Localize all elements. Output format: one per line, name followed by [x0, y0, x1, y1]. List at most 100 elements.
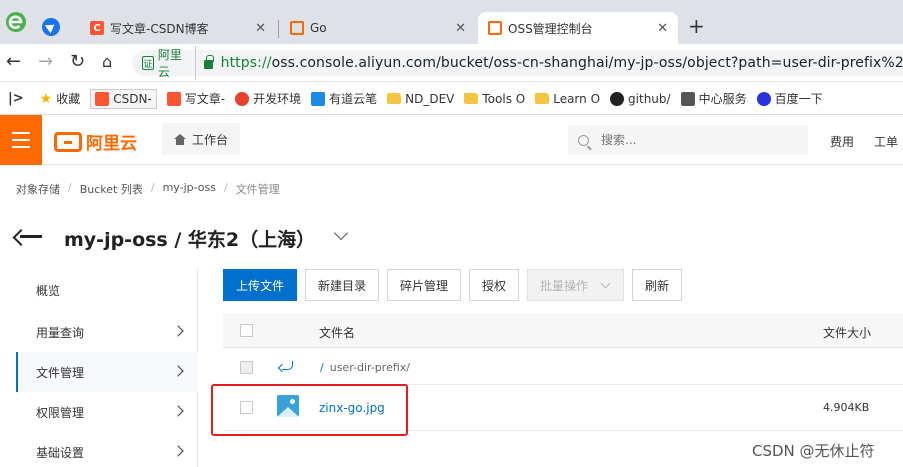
site-name: 阿里云: [157, 48, 182, 79]
tab-csdn-write[interactable]: C 写文章-CSDN博客 ✕: [80, 12, 276, 44]
column-file-size[interactable]: 文件大小: [823, 324, 871, 341]
bookmark-dev-env[interactable]: 开发环境: [235, 90, 301, 107]
workbench-label: 工作台: [192, 132, 229, 147]
lock-icon[interactable]: [204, 55, 215, 69]
path-root-slash[interactable]: /: [320, 361, 324, 374]
sidebar-item-overview[interactable]: 概览: [16, 270, 198, 310]
ticket-link[interactable]: 工单: [874, 133, 898, 150]
breadcrumb-separator: /: [68, 181, 72, 194]
url-rest: oss.console.aliyun.com/bucket/oss-cn-sha…: [271, 55, 903, 71]
url-scheme: https://: [220, 55, 272, 71]
bookmark-label: CSDN-: [113, 91, 152, 106]
home-icon[interactable]: ⌂: [102, 53, 112, 71]
sidebar-item-permissions[interactable]: 权限管理: [16, 392, 198, 432]
hamburger-menu-icon[interactable]: [0, 115, 42, 165]
authorize-button[interactable]: 授权: [469, 269, 520, 301]
current-path[interactable]: / user-dir-prefix/: [320, 361, 410, 374]
file-table-header: 文件名 文件大小: [223, 314, 903, 348]
chevron-down-icon[interactable]: [333, 225, 349, 241]
address-bar[interactable]: 证 阿里云 https://oss.console.aliyun.com/buc…: [132, 46, 903, 80]
chevron-right-icon: [172, 405, 184, 417]
select-all-checkbox[interactable]: [240, 324, 253, 337]
chevron-down-icon: [600, 278, 611, 288]
bookmark-favorites[interactable]: ★ 收藏: [40, 90, 81, 107]
bookmark-nd-dev[interactable]: ND_DEV: [387, 92, 454, 106]
folder-icon: [464, 93, 479, 104]
bookmark-label: 有道云笔: [329, 92, 378, 106]
new-tab-button[interactable]: +: [688, 16, 705, 36]
tab-go[interactable]: Go ✕: [280, 12, 476, 44]
back-arrow-icon[interactable]: [18, 224, 44, 248]
batch-operations-button[interactable]: 批量操作: [527, 269, 624, 301]
aliyun-icon: [290, 21, 304, 35]
breadcrumb-current: 文件管理: [235, 183, 280, 196]
file-size: 4.904KB: [823, 401, 870, 414]
bookmark-csdn[interactable]: CSDN-: [90, 88, 157, 109]
console-header: 阿里云 工作台 费用 工单: [0, 115, 903, 165]
browser-logo-icon[interactable]: [4, 10, 28, 34]
chevron-right-icon: [172, 325, 184, 337]
bookmark-github[interactable]: github/: [610, 91, 671, 106]
refresh-button[interactable]: 刷新: [632, 269, 683, 301]
new-directory-button[interactable]: 新建目录: [305, 269, 380, 301]
workbench-button[interactable]: 工作台: [162, 123, 241, 155]
aliyun-logo-icon: [54, 131, 82, 152]
bookmark-baidu[interactable]: 百度一下: [756, 90, 823, 107]
sidebar-item-label: 用量查询: [36, 325, 85, 340]
reload-icon[interactable]: ↻: [70, 53, 85, 71]
aliyun-icon: [488, 21, 502, 35]
fragment-management-button[interactable]: 碎片管理: [387, 269, 462, 301]
sidebar-item-label: 基础设置: [36, 445, 85, 460]
folder-icon: [387, 93, 402, 104]
url-text[interactable]: https://oss.console.aliyun.com/bucket/os…: [221, 55, 903, 71]
breadcrumb-bucket-list[interactable]: Bucket 列表: [80, 181, 143, 197]
console-search[interactable]: [568, 125, 808, 155]
sidebar-toggle-icon[interactable]: |>: [8, 91, 24, 106]
csdn-icon: [95, 91, 110, 106]
highlight-annotation-box: [211, 384, 408, 436]
breadcrumb-bucket[interactable]: my-jp-oss: [163, 181, 216, 197]
bookmark-center-service[interactable]: 中心服务: [680, 90, 747, 107]
bookmark-label: ND_DEV: [405, 91, 455, 106]
close-icon[interactable]: ✕: [657, 21, 668, 36]
bookmark-tools[interactable]: Tools O: [464, 92, 525, 106]
tab-label: 写文章-CSDN博客: [110, 21, 209, 36]
search-input[interactable]: [601, 133, 781, 147]
sidebar-item-label: 权限管理: [36, 405, 85, 420]
sidebar-item-files[interactable]: 文件管理: [16, 352, 198, 392]
bookmark-learn[interactable]: Learn O: [535, 92, 600, 106]
bookmark-label: 开发环境: [253, 92, 302, 106]
bookmark-label: 中心服务: [698, 92, 747, 106]
back-icon[interactable]: ←: [6, 53, 21, 71]
baidu-icon: [756, 91, 771, 106]
close-icon[interactable]: ✕: [255, 21, 266, 36]
upload-file-button[interactable]: 上传文件: [223, 269, 298, 301]
breadcrumb: 对象存储 / Bucket 列表 / my-jp-oss / 文件管理: [16, 181, 280, 197]
watermark: CSDN @无休止符: [752, 442, 875, 460]
close-icon[interactable]: ✕: [455, 21, 466, 36]
star-icon: ★: [39, 90, 53, 107]
bookmark-label: 写文章-: [184, 92, 226, 106]
bookmark-youdao[interactable]: 有道云笔: [311, 90, 377, 107]
github-icon: [610, 91, 625, 106]
forward-icon[interactable]: →: [38, 53, 53, 71]
page-title: my-jp-oss / 华东2（上海）: [64, 229, 316, 251]
bookmark-csdn-write[interactable]: 写文章-: [166, 90, 226, 107]
column-file-name[interactable]: 文件名: [319, 324, 355, 341]
path-label: user-dir-prefix/: [329, 361, 410, 374]
breadcrumb-oss[interactable]: 对象存储: [16, 181, 60, 197]
home-icon: [174, 133, 186, 145]
sidebar-item-basic-settings[interactable]: 基础设置: [16, 432, 198, 467]
billing-link[interactable]: 费用: [830, 133, 854, 150]
tab-label: OSS管理控制台: [508, 21, 593, 36]
browser-tab-strip: C 写文章-CSDN博客 ✕ Go ✕ OSS管理控制台 ✕ +: [0, 0, 903, 44]
tab-oss-console[interactable]: OSS管理控制台 ✕: [478, 12, 678, 44]
return-arrow-icon[interactable]: [282, 361, 293, 370]
tab-divider: [278, 20, 279, 38]
pinned-tab-icon[interactable]: [42, 18, 60, 36]
site-badge[interactable]: 证 阿里云: [142, 46, 197, 80]
aliyun-logo[interactable]: 阿里云: [54, 129, 137, 154]
sidebar-item-usage[interactable]: 用量查询: [16, 312, 198, 352]
parent-directory-row[interactable]: / user-dir-prefix/: [223, 348, 903, 385]
breadcrumb-separator: /: [150, 181, 155, 194]
